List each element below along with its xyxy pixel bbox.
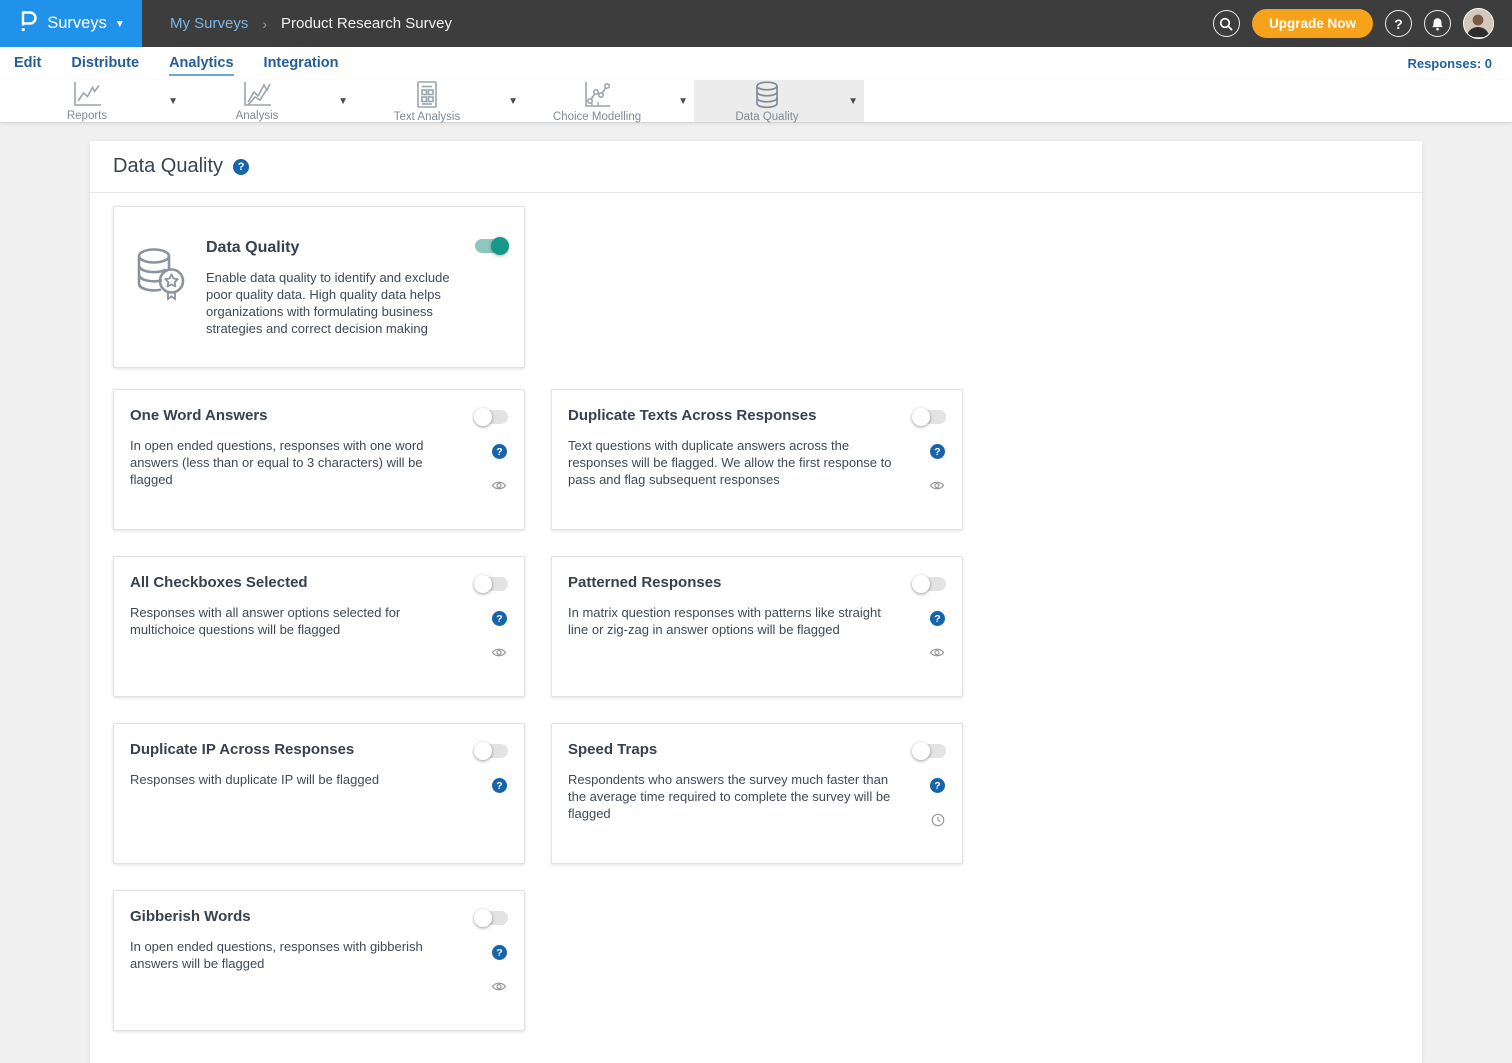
chevron-down-icon: ▼ <box>115 19 125 30</box>
tab-analysis[interactable]: Analysis ▼ <box>184 80 354 122</box>
data-quality-master-card: Data Quality Enable data quality to iden… <box>113 206 525 368</box>
eye-icon[interactable] <box>929 645 945 660</box>
tab-choice-modelling[interactable]: Choice Modelling ▼ <box>524 80 694 122</box>
content-area: Data Quality ? <box>0 123 1512 1063</box>
panel-header: Data Quality ? <box>90 141 1422 193</box>
tab-label: Choice Modelling <box>553 111 641 123</box>
help-icon[interactable]: ? <box>930 778 945 793</box>
quality-check-card: Patterned Responses In matrix question r… <box>551 556 963 697</box>
card-description: In open ended questions, responses with … <box>130 938 464 972</box>
data-quality-panel: Data Quality ? <box>90 141 1422 1063</box>
tab-dropdown-caret[interactable]: ▼ <box>508 80 518 122</box>
card-description: In matrix question responses with patter… <box>568 604 902 638</box>
nav-item-edit[interactable]: Edit <box>14 51 41 76</box>
tab-reports[interactable]: Reports ▼ <box>14 80 184 122</box>
help-button[interactable]: ? <box>1385 10 1412 37</box>
notifications-button[interactable] <box>1424 10 1451 37</box>
quality-check-card: Duplicate IP Across Responses Responses … <box>113 723 525 864</box>
survey-nav: Edit Distribute Analytics Integration Respo… <box>0 47 1512 80</box>
help-icon[interactable]: ? <box>930 611 945 626</box>
card-description: Responses with all answer options select… <box>130 604 464 638</box>
database-icon <box>752 80 782 110</box>
upgrade-now-button[interactable]: Upgrade Now <box>1252 9 1373 38</box>
tab-dropdown-caret[interactable]: ▼ <box>168 80 178 122</box>
tab-dropdown-caret[interactable]: ▼ <box>678 80 688 122</box>
card-toggle[interactable] <box>913 577 946 591</box>
help-icon[interactable]: ? <box>492 778 507 793</box>
card-description: Text questions with duplicate answers ac… <box>568 437 902 488</box>
tab-label: Reports <box>67 110 107 122</box>
help-icon[interactable]: ? <box>492 945 507 960</box>
quality-check-card: All Checkboxes Selected Responses with a… <box>113 556 525 697</box>
card-toggle[interactable] <box>913 744 946 758</box>
quality-check-card: Speed Traps Respondents who answers the … <box>551 723 963 864</box>
tab-text-analysis[interactable]: Text Analysis ▼ <box>354 80 524 122</box>
tab-data-quality[interactable]: Data Quality ▼ <box>694 80 864 122</box>
card-description: Respondents who answers the survey much … <box>568 771 902 822</box>
document-grid-icon <box>414 80 440 110</box>
eye-icon[interactable] <box>491 645 507 660</box>
card-toggle[interactable] <box>475 744 508 758</box>
breadcrumb: My Surveys › Product Research Survey <box>142 0 1213 47</box>
eye-icon[interactable] <box>929 478 945 493</box>
multi-line-chart-icon <box>240 80 274 109</box>
clock-icon[interactable] <box>931 812 945 827</box>
data-quality-toggle[interactable] <box>475 239 508 253</box>
topbar-actions: Upgrade Now ? <box>1213 0 1512 47</box>
card-title: One Word Answers <box>130 407 464 424</box>
responses-count: Responses: 0 <box>1407 56 1492 71</box>
card-toggle[interactable] <box>475 911 508 925</box>
panel-body: Data Quality Enable data quality to iden… <box>90 193 1422 1063</box>
quality-checks-grid: One Word Answers In open ended questions… <box>113 389 1399 1031</box>
card-title: Duplicate IP Across Responses <box>130 741 464 758</box>
page-title: Data Quality <box>113 155 223 178</box>
help-icon[interactable]: ? <box>492 611 507 626</box>
tab-dropdown-caret[interactable]: ▼ <box>848 80 858 122</box>
quality-check-card: Duplicate Texts Across Responses Text qu… <box>551 389 963 530</box>
card-description: Responses with duplicate IP will be flag… <box>130 771 464 788</box>
quality-check-card: One Word Answers In open ended questions… <box>113 389 525 530</box>
search-button[interactable] <box>1213 10 1240 37</box>
help-circle-icon: ? <box>1394 16 1403 32</box>
breadcrumb-current: Product Research Survey <box>281 15 452 32</box>
eye-icon[interactable] <box>491 478 507 493</box>
eye-icon[interactable] <box>491 979 507 994</box>
search-icon <box>1219 17 1233 31</box>
card-title: Gibberish Words <box>130 908 464 925</box>
page-help-icon[interactable]: ? <box>233 159 249 175</box>
tab-label: Data Quality <box>735 111 798 123</box>
bell-icon <box>1431 17 1444 31</box>
database-badge-icon <box>130 239 202 367</box>
master-card-text: Data Quality Enable data quality to iden… <box>202 239 468 367</box>
card-title: All Checkboxes Selected <box>130 574 464 591</box>
user-avatar[interactable] <box>1463 8 1494 39</box>
card-toggle[interactable] <box>475 410 508 424</box>
nav-item-distribute[interactable]: Distribute <box>71 51 139 76</box>
app-switcher[interactable]: Surveys ▼ <box>0 0 142 47</box>
app-menu-label: Surveys <box>47 14 107 33</box>
line-chart-icon <box>70 80 104 109</box>
analytics-tabstrip: Reports▼Analysis▼Text Analysis▼Choice Mo… <box>0 80 1512 123</box>
breadcrumb-parent-link[interactable]: My Surveys <box>170 15 248 32</box>
breadcrumb-separator: › <box>262 16 267 32</box>
card-description: In open ended questions, responses with … <box>130 437 464 488</box>
tab-dropdown-caret[interactable]: ▼ <box>338 80 348 122</box>
questionpro-p-logo-icon <box>17 9 39 38</box>
card-title: Speed Traps <box>568 741 902 758</box>
master-card-title: Data Quality <box>206 239 468 257</box>
tab-label: Text Analysis <box>394 111 460 123</box>
help-icon[interactable]: ? <box>492 444 507 459</box>
card-title: Duplicate Texts Across Responses <box>568 407 902 424</box>
scatter-chart-icon <box>581 80 613 110</box>
nav-item-analytics[interactable]: Analytics <box>169 51 233 76</box>
master-card-description: Enable data quality to identify and excl… <box>206 269 468 337</box>
card-toggle[interactable] <box>913 410 946 424</box>
card-toggle[interactable] <box>475 577 508 591</box>
topbar: Surveys ▼ My Surveys › Product Research … <box>0 0 1512 47</box>
help-icon[interactable]: ? <box>930 444 945 459</box>
card-title: Patterned Responses <box>568 574 902 591</box>
quality-check-card: Gibberish Words In open ended questions,… <box>113 890 525 1031</box>
nav-item-integration[interactable]: Integration <box>264 51 339 76</box>
tab-label: Analysis <box>236 110 279 122</box>
